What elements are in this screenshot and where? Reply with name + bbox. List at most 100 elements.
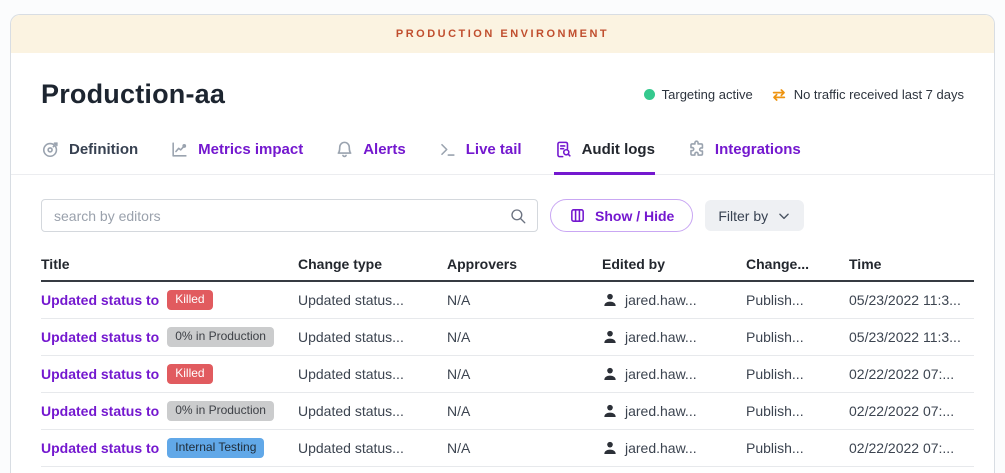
targeting-status-label: Targeting active [662, 87, 753, 102]
status-badge: 0% in Production [167, 401, 274, 421]
column-header-approvers: Approvers [447, 256, 602, 272]
tab-label: Live tail [466, 141, 522, 158]
status-badge: Killed [167, 290, 212, 310]
production-environment-banner: PRODUCTION ENVIRONMENT [11, 15, 994, 53]
tab-label: Definition [69, 141, 138, 158]
title-cell: Updated status to Killed [41, 364, 298, 384]
tab-label: Metrics impact [198, 141, 303, 158]
column-header-change: Change... [746, 256, 849, 272]
title-cell: Updated status to Killed [41, 290, 298, 310]
traffic-status: No traffic received last 7 days [771, 87, 964, 103]
traffic-status-label: No traffic received last 7 days [794, 87, 964, 102]
column-header-title: Title [41, 256, 298, 272]
time-cell: 02/22/2022 07:... [849, 403, 974, 419]
search-input[interactable] [42, 200, 537, 231]
table-body: Updated status to Killed Updated status.… [41, 282, 974, 467]
banner-label: PRODUCTION ENVIRONMENT [396, 28, 609, 40]
person-icon [602, 403, 618, 419]
toolbar: Show / Hide Filter by [11, 175, 994, 232]
time-cell: 05/23/2022 11:3... [849, 292, 974, 308]
tab-audit-logs[interactable]: Audit logs [554, 140, 655, 175]
change-cell: Publish... [746, 329, 849, 345]
edited-by-cell: jared.haw... [602, 403, 746, 419]
table-row[interactable]: Updated status to 0% in Production Updat… [41, 393, 974, 430]
audit-title-link[interactable]: Updated status to [41, 366, 159, 382]
edited-by-cell: jared.haw... [602, 292, 746, 308]
approvers-cell: N/A [447, 366, 602, 382]
tab-definition[interactable]: Definition [41, 140, 138, 175]
editor-name: jared.haw... [625, 403, 697, 419]
edited-by-cell: jared.haw... [602, 440, 746, 456]
tab-alerts[interactable]: Alerts [335, 140, 406, 175]
environment-card: PRODUCTION ENVIRONMENT Production-aa Tar… [10, 14, 995, 473]
audit-title-link[interactable]: Updated status to [41, 329, 159, 345]
change-type-cell: Updated status... [298, 292, 447, 308]
title-cell: Updated status to Internal Testing [41, 438, 298, 458]
show-hide-button[interactable]: Show / Hide [550, 199, 693, 232]
search-box[interactable] [41, 199, 538, 232]
tab-label: Audit logs [582, 141, 655, 158]
person-icon [602, 292, 618, 308]
approvers-cell: N/A [447, 440, 602, 456]
filter-by-button[interactable]: Filter by [705, 200, 804, 231]
tab-label: Integrations [715, 141, 801, 158]
change-cell: Publish... [746, 403, 849, 419]
line-chart-icon [170, 140, 189, 159]
status-badge: Killed [167, 364, 212, 384]
editor-name: jared.haw... [625, 292, 697, 308]
filter-by-label: Filter by [718, 208, 768, 224]
edited-by-cell: jared.haw... [602, 329, 746, 345]
tab-live-tail[interactable]: Live tail [438, 140, 522, 175]
status-group: Targeting active No traffic received las… [644, 87, 964, 103]
audit-title-link[interactable]: Updated status to [41, 440, 159, 456]
audit-log-icon [554, 140, 573, 159]
audit-title-link[interactable]: Updated status to [41, 292, 159, 308]
terminal-icon [438, 140, 457, 159]
status-badge: 0% in Production [167, 327, 274, 347]
change-type-cell: Updated status... [298, 403, 447, 419]
title-cell: Updated status to 0% in Production [41, 327, 298, 347]
status-badge: Internal Testing [167, 438, 264, 458]
title-cell: Updated status to 0% in Production [41, 401, 298, 421]
tab-bar: Definition Metrics impact Alerts Live ta… [11, 140, 994, 175]
green-status-dot-icon [644, 89, 655, 100]
approvers-cell: N/A [447, 329, 602, 345]
person-icon [602, 329, 618, 345]
editor-name: jared.haw... [625, 440, 697, 456]
editor-name: jared.haw... [625, 329, 697, 345]
person-icon [602, 440, 618, 456]
table-row[interactable]: Updated status to 0% in Production Updat… [41, 319, 974, 356]
tab-integrations[interactable]: Integrations [687, 140, 801, 175]
table-row[interactable]: Updated status to Killed Updated status.… [41, 282, 974, 319]
editor-name: jared.haw... [625, 366, 697, 382]
columns-icon [569, 207, 586, 224]
edited-by-cell: jared.haw... [602, 366, 746, 382]
bell-icon [335, 140, 354, 159]
page-title: Production-aa [41, 79, 225, 110]
column-header-edited-by: Edited by [602, 256, 746, 272]
puzzle-icon [687, 140, 706, 159]
time-cell: 02/22/2022 07:... [849, 440, 974, 456]
tab-label: Alerts [363, 141, 406, 158]
header: Production-aa Targeting active No traffi… [11, 53, 994, 110]
show-hide-label: Show / Hide [595, 208, 674, 224]
table-row[interactable]: Updated status to Internal Testing Updat… [41, 430, 974, 467]
tab-metrics-impact[interactable]: Metrics impact [170, 140, 303, 175]
table-header-row: Title Change type Approvers Edited by Ch… [41, 248, 974, 282]
search-icon [509, 207, 527, 225]
change-type-cell: Updated status... [298, 440, 447, 456]
time-cell: 02/22/2022 07:... [849, 366, 974, 382]
person-icon [602, 366, 618, 382]
target-icon [41, 140, 60, 159]
audit-title-link[interactable]: Updated status to [41, 403, 159, 419]
approvers-cell: N/A [447, 292, 602, 308]
audit-log-table: Title Change type Approvers Edited by Ch… [11, 248, 994, 467]
table-row[interactable]: Updated status to Killed Updated status.… [41, 356, 974, 393]
traffic-swap-arrows-icon [771, 87, 787, 103]
column-header-change-type: Change type [298, 256, 447, 272]
change-cell: Publish... [746, 440, 849, 456]
column-header-time: Time [849, 256, 974, 272]
time-cell: 05/23/2022 11:3... [849, 329, 974, 345]
change-cell: Publish... [746, 366, 849, 382]
chevron-down-icon [777, 209, 791, 223]
